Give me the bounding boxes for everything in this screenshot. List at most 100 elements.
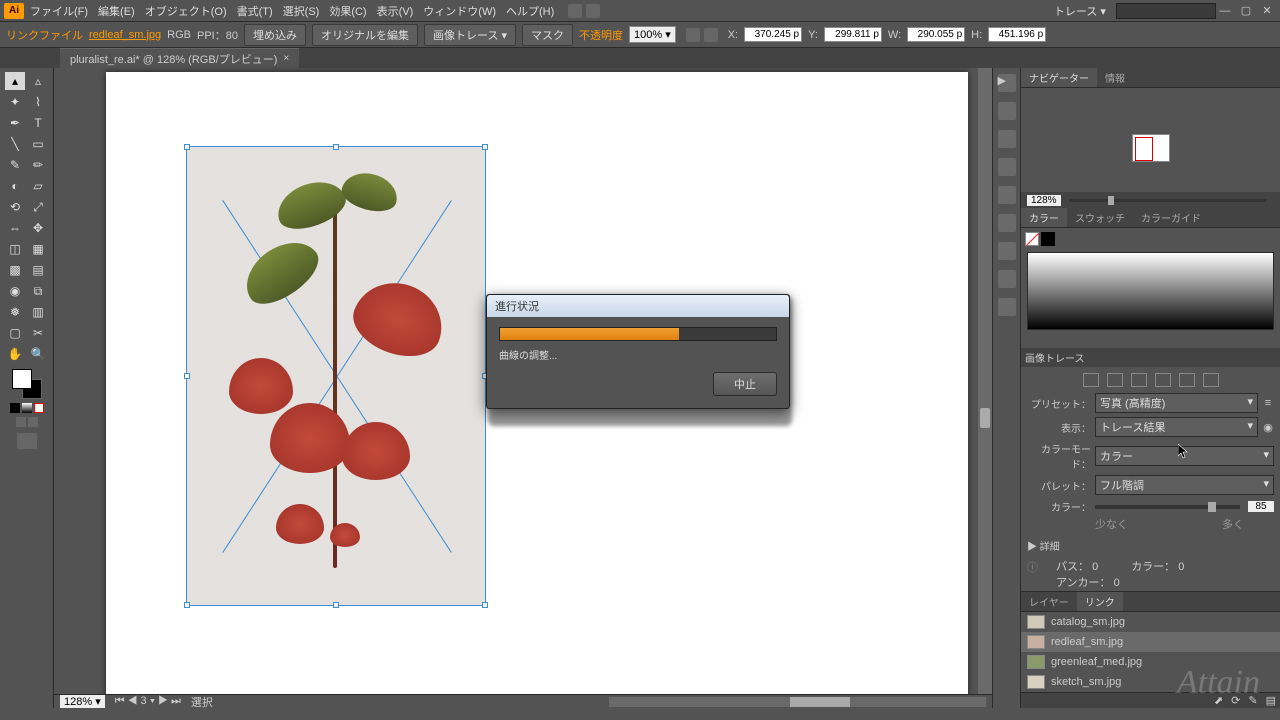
palette-select[interactable]: フル階調▾ <box>1095 475 1274 495</box>
symbol-sprayer-tool[interactable]: ❅ <box>5 303 25 321</box>
trace-preset-icon[interactable] <box>1179 373 1195 387</box>
dock-icon[interactable]: ▶ <box>998 74 1016 92</box>
stroke-swatch[interactable] <box>1041 232 1055 246</box>
hand-tool[interactable]: ✋ <box>5 345 25 363</box>
x-field[interactable] <box>744 27 802 42</box>
shape-builder-tool[interactable]: ◫ <box>5 240 25 258</box>
pen-tool[interactable]: ✒ <box>5 114 25 132</box>
line-tool[interactable]: ╲ <box>5 135 25 153</box>
link-item[interactable]: redleaf_sm.jpg <box>1021 632 1280 652</box>
view-select[interactable]: トレース結果▾ <box>1095 417 1258 437</box>
perspective-tool[interactable]: ▦ <box>28 240 48 258</box>
rotate-tool[interactable]: ⟲ <box>5 198 25 216</box>
menu-select[interactable]: 選択(S) <box>283 3 320 19</box>
color-guide-tab[interactable]: カラーガイド <box>1133 208 1209 227</box>
mesh-tool[interactable]: ▩ <box>5 261 25 279</box>
cancel-button[interactable]: 中止 <box>713 372 777 396</box>
link-action-icon[interactable]: ▤ <box>1266 694 1276 707</box>
pencil-tool[interactable]: ✏ <box>28 156 48 174</box>
search-input[interactable] <box>1116 3 1216 19</box>
dock-icon[interactable] <box>998 214 1016 232</box>
h-field[interactable] <box>988 27 1046 42</box>
colors-slider[interactable] <box>1095 505 1240 509</box>
link-item[interactable]: catalog_sm.jpg <box>1021 612 1280 632</box>
menu-object[interactable]: オブジェクト(O) <box>145 3 227 19</box>
document-tab[interactable]: pluralist_re.ai* @ 128% (RGB/プレビュー) × <box>60 48 299 69</box>
trace-preset-icon[interactable] <box>1131 373 1147 387</box>
free-transform-tool[interactable]: ✥ <box>28 219 48 237</box>
direct-selection-tool[interactable]: ▵ <box>28 72 48 90</box>
color-spectrum[interactable] <box>1027 252 1274 330</box>
w-field[interactable] <box>907 27 965 42</box>
navigator-thumbnail[interactable] <box>1132 134 1170 162</box>
layout-icon[interactable] <box>568 4 582 18</box>
graph-tool[interactable]: ▥ <box>28 303 48 321</box>
lasso-tool[interactable]: ⌇ <box>28 93 48 111</box>
navigator-zoom[interactable]: 128% <box>1027 195 1061 206</box>
zoom-tool[interactable]: 🔍 <box>28 345 48 363</box>
menu-window[interactable]: ウィンドウ(W) <box>423 3 496 19</box>
link-action-icon[interactable]: ⟳ <box>1231 694 1240 707</box>
menu-edit[interactable]: 編集(E) <box>98 3 135 19</box>
maximize-button[interactable]: ▢ <box>1237 4 1255 17</box>
gradient-tool[interactable]: ▤ <box>28 261 48 279</box>
image-trace-button[interactable]: 画像トレース ▾ <box>424 24 516 46</box>
link-item[interactable]: sketch_sm.jpg <box>1021 672 1280 692</box>
color-tab[interactable]: カラー <box>1021 208 1067 227</box>
none-mode-icon[interactable] <box>34 403 44 413</box>
placed-image[interactable] <box>186 146 486 606</box>
screen-mode2-icon[interactable] <box>28 417 38 427</box>
links-tab[interactable]: リンク <box>1077 592 1123 611</box>
embed-button[interactable]: 埋め込み <box>244 24 306 46</box>
vertical-scrollbar[interactable] <box>978 68 992 708</box>
blob-brush-tool[interactable]: ◐ <box>5 177 25 195</box>
transform-icon[interactable] <box>704 28 718 42</box>
dock-icon[interactable] <box>998 186 1016 204</box>
artboard-tool[interactable]: ▢ <box>5 324 25 342</box>
mode-select[interactable]: カラー▾ <box>1095 446 1274 466</box>
y-field[interactable] <box>824 27 882 42</box>
info-tab[interactable]: 情報 <box>1097 68 1133 87</box>
dock-icon[interactable] <box>998 298 1016 316</box>
dock-icon[interactable] <box>998 270 1016 288</box>
navigator-tab[interactable]: ナビゲーター <box>1021 68 1097 87</box>
preset-select[interactable]: 写真 (高精度)▾ <box>1095 393 1258 413</box>
menu-file[interactable]: ファイル(F) <box>30 3 88 19</box>
document-tab-close[interactable]: × <box>283 53 289 64</box>
mask-button[interactable]: マスク <box>522 24 573 46</box>
rectangle-tool[interactable]: ▭ <box>28 135 48 153</box>
trace-preset-icon[interactable] <box>1155 373 1171 387</box>
dock-icon[interactable] <box>998 102 1016 120</box>
minimize-button[interactable]: — <box>1216 5 1234 17</box>
menu-view[interactable]: 表示(V) <box>377 3 414 19</box>
menu-type[interactable]: 書式(T) <box>237 3 273 19</box>
blend-tool[interactable]: ⧉ <box>28 282 48 300</box>
eraser-tool[interactable]: ▱ <box>28 177 48 195</box>
type-tool[interactable]: T <box>28 114 48 132</box>
trace-preset-icon[interactable] <box>1083 373 1099 387</box>
layers-tab[interactable]: レイヤー <box>1021 592 1077 611</box>
link-action-icon[interactable]: ✎ <box>1248 694 1257 707</box>
scale-tool[interactable]: ⤢ <box>28 198 48 216</box>
eyedropper-tool[interactable]: ◉ <box>5 282 25 300</box>
gradient-mode-icon[interactable] <box>22 403 32 413</box>
page-nav[interactable]: ⏮ ◀ 3 ▾ ▶ ⏭ <box>115 695 181 708</box>
colors-value[interactable]: 85 <box>1248 501 1274 512</box>
swatches-tab[interactable]: スウォッチ <box>1067 208 1133 227</box>
selection-tool[interactable]: ▴ <box>5 72 25 90</box>
fill-swatch[interactable] <box>1025 232 1039 246</box>
status-zoom[interactable]: 128% ▾ <box>60 695 105 708</box>
width-tool[interactable]: ⇔ <box>5 219 25 237</box>
draw-mode-icon[interactable] <box>17 433 37 449</box>
linked-file-name[interactable]: redleaf_sm.jpg <box>89 29 161 41</box>
layout2-icon[interactable] <box>586 4 600 18</box>
detail-disclosure[interactable]: ▶ 詳細 <box>1027 538 1274 553</box>
opacity-field[interactable]: 100% ▾ <box>629 26 676 43</box>
link-item[interactable]: greenleaf_med.jpg <box>1021 652 1280 672</box>
screen-mode-icon[interactable] <box>16 417 26 427</box>
link-action-icon[interactable]: ⬈ <box>1214 694 1223 707</box>
menu-help[interactable]: ヘルプ(H) <box>506 3 554 19</box>
paintbrush-tool[interactable]: ✎ <box>5 156 25 174</box>
dock-icon[interactable] <box>998 158 1016 176</box>
horizontal-scrollbar[interactable] <box>609 697 986 707</box>
